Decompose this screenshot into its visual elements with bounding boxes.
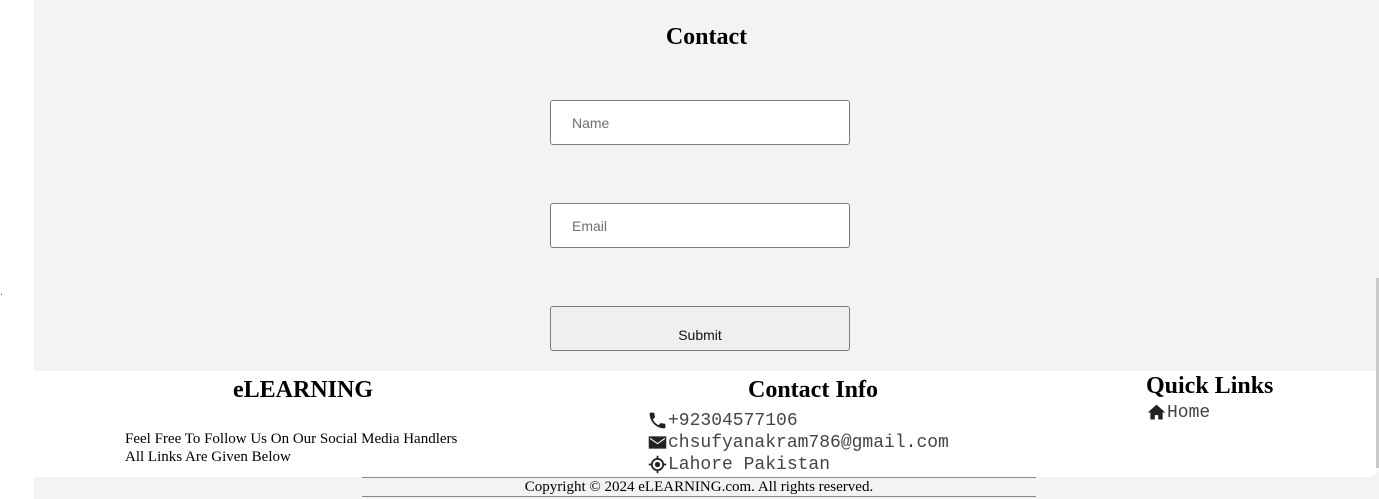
submit-button[interactable]: Submit	[550, 306, 850, 351]
footer: eLEARNING Feel Free To Follow Us On Our …	[34, 371, 1379, 477]
contact-phone-text: +92304577106	[668, 410, 798, 431]
contact-location-text: Lahore Pakistan	[668, 454, 831, 475]
quick-link-home[interactable]: Home	[1146, 402, 1210, 423]
contact-title: Contact	[665, 24, 748, 50]
home-icon	[1146, 402, 1167, 423]
contact-email: chsufyanakram786@gmail.com	[647, 432, 949, 453]
footer-brand-title: eLEARNING	[233, 377, 374, 403]
quick-link-home-label: Home	[1167, 402, 1211, 423]
email-input[interactable]	[550, 203, 850, 248]
contact-info-title: Contact Info	[748, 377, 878, 403]
phone-icon	[647, 410, 668, 431]
contact-section: Contact Submit	[34, 0, 1379, 371]
quick-links-title: Quick Links	[1146, 373, 1274, 399]
contact-location: Lahore Pakistan	[647, 454, 830, 475]
footer-brand-text: Feel Free To Follow Us On Our Social Med…	[125, 430, 457, 466]
envelope-icon	[647, 432, 668, 453]
location-crosshair-icon	[647, 454, 668, 475]
brand-text-line-2: All Links Are Given Below	[125, 449, 291, 465]
contact-phone: +92304577106	[647, 410, 798, 431]
copyright-text: Copyright © 2024 eLEARNING.com. All righ…	[362, 477, 1036, 497]
contact-email-text: chsufyanakram786@gmail.com	[668, 432, 949, 453]
stray-dot: .	[0, 287, 3, 298]
brand-text-line-1: Feel Free To Follow Us On Our Social Med…	[125, 431, 458, 447]
name-input[interactable]	[550, 100, 850, 145]
